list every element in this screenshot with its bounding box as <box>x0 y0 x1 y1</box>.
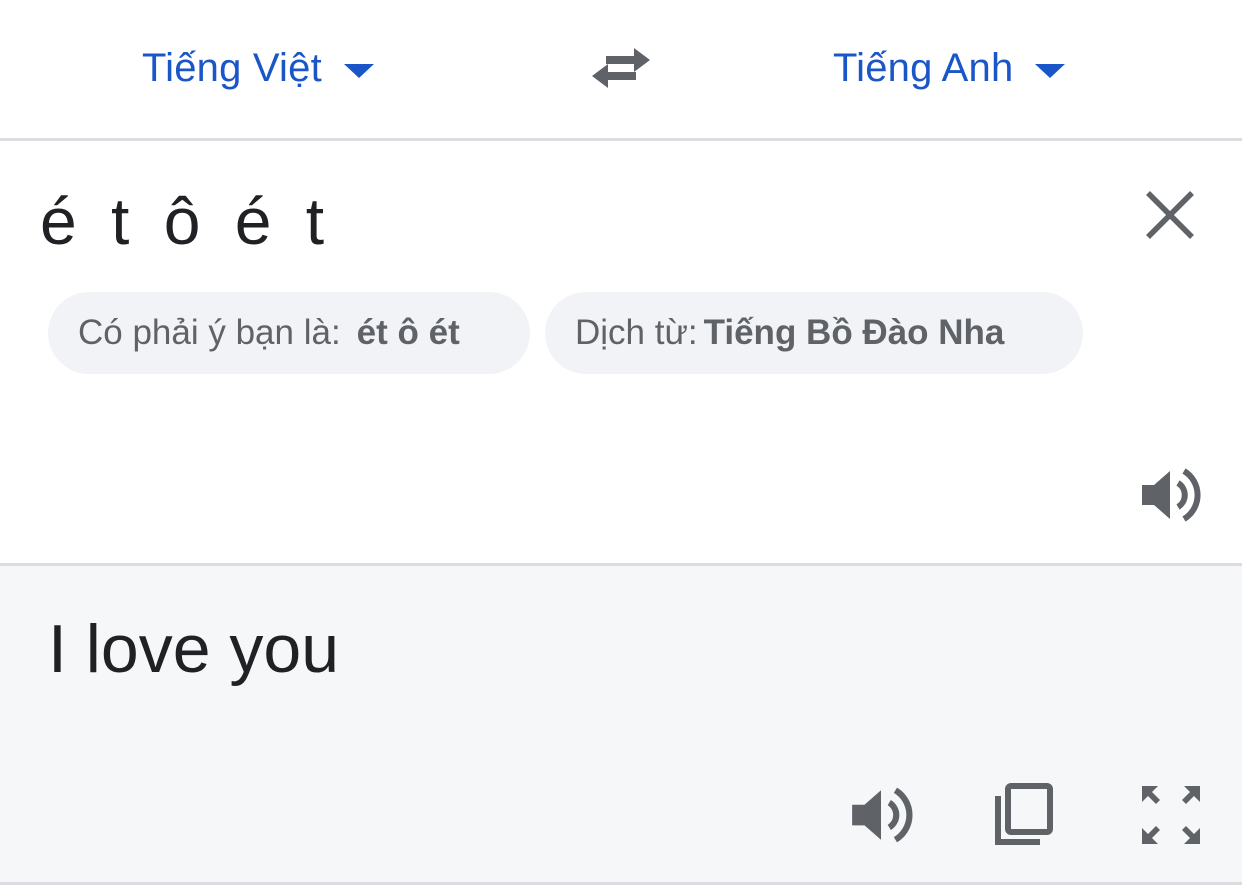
listen-translation-button[interactable] <box>848 782 914 848</box>
did-you-mean-chip[interactable]: Có phải ý bạn là: ét ô ét <box>48 292 530 374</box>
detected-language-chip[interactable]: Dịch từ: Tiếng Bồ Đào Nha <box>545 292 1083 374</box>
swap-arrows-icon <box>592 48 650 88</box>
caret-down-icon <box>343 64 374 78</box>
fullscreen-button[interactable] <box>1138 782 1204 848</box>
speaker-icon <box>852 787 913 843</box>
caret-down-icon <box>1035 64 1066 78</box>
copy-icon <box>995 783 1053 845</box>
target-language-label: Tiếng Anh <box>833 45 1014 90</box>
language-bar: Tiếng Việt Tiếng Anh <box>0 0 1242 141</box>
did-you-mean-prefix: Có phải ý bạn là: <box>78 313 341 352</box>
source-input[interactable]: é t ô é t <box>40 183 332 259</box>
detected-language-value: Tiếng Bồ Đào Nha <box>703 313 1005 352</box>
speaker-icon <box>1142 468 1201 522</box>
listen-source-button[interactable] <box>1138 463 1202 527</box>
translation-output: I love you <box>48 611 340 687</box>
source-language-button[interactable]: Tiếng Việt <box>142 42 374 94</box>
fullscreen-icon <box>1142 786 1200 844</box>
source-language-label: Tiếng Việt <box>142 45 322 90</box>
target-language-button[interactable]: Tiếng Anh <box>833 42 1066 94</box>
did-you-mean-value: ét ô ét <box>356 313 460 352</box>
detected-language-prefix: Dịch từ: <box>575 313 698 352</box>
swap-languages-button[interactable] <box>588 42 654 94</box>
result-panel: I love you <box>0 563 1242 885</box>
source-panel: é t ô é t Có phải ý bạn là: ét ô ét Dịch … <box>0 141 1242 563</box>
close-icon <box>1146 191 1194 239</box>
copy-translation-button[interactable] <box>994 782 1060 848</box>
clear-input-button[interactable] <box>1142 187 1198 243</box>
